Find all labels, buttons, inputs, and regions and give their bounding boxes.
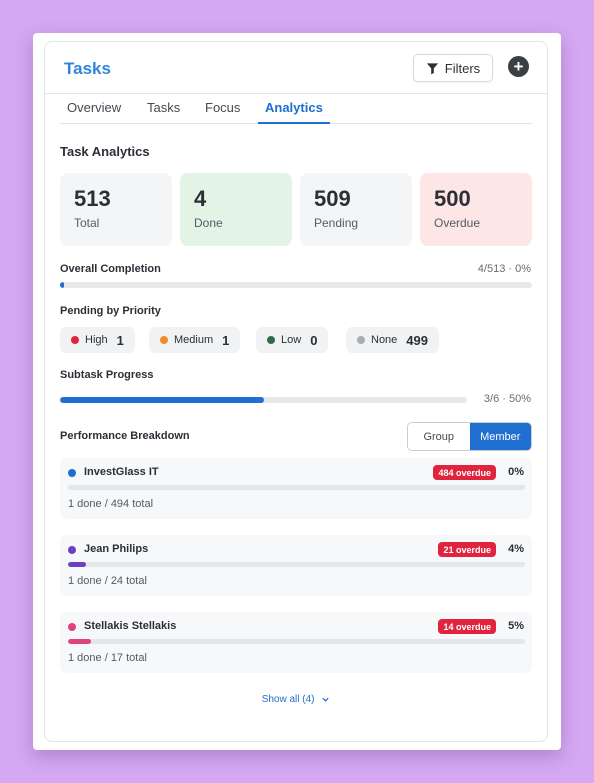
stat-card-overdue: 500 Overdue bbox=[420, 173, 532, 246]
stat-label: Pending bbox=[314, 216, 359, 230]
priority-chip-none[interactable]: None 499 bbox=[346, 327, 439, 353]
priority-label: Pending by Priority bbox=[60, 305, 161, 317]
subtask-label: Subtask Progress bbox=[60, 369, 154, 381]
tab-focus[interactable]: Focus bbox=[205, 100, 240, 124]
stat-label: Overdue bbox=[434, 216, 481, 230]
stat-card-total: 513 Total bbox=[60, 173, 172, 246]
priority-count: 0 bbox=[310, 332, 318, 348]
priority-count: 1 bbox=[222, 332, 230, 348]
completion-summary: 4/513 · 0% bbox=[477, 263, 531, 275]
priority-name: High bbox=[85, 334, 108, 346]
stat-card-pending: 509 Pending bbox=[300, 173, 412, 246]
page-title: Tasks bbox=[64, 59, 111, 78]
member-name: InvestGlass IT bbox=[84, 466, 159, 478]
add-task-button[interactable]: + bbox=[508, 56, 529, 77]
priority-dot-icon bbox=[71, 336, 79, 344]
tasks-panel: Tasks Filters + Overview Tasks Focus Ana… bbox=[33, 33, 561, 750]
filter-icon bbox=[426, 62, 438, 74]
priority-chip-high[interactable]: High 1 bbox=[60, 327, 135, 353]
member-progress-bar bbox=[68, 562, 525, 567]
overdue-badge: 484 overdue bbox=[433, 465, 496, 480]
stat-value: 500 bbox=[434, 186, 471, 211]
member-percent: 0% bbox=[508, 466, 524, 478]
stat-value: 4 bbox=[194, 186, 207, 211]
analytics-title: Task Analytics bbox=[60, 144, 150, 159]
member-progress-bar bbox=[68, 485, 525, 490]
performance-label: Performance Breakdown bbox=[60, 430, 190, 442]
member-progress-bar bbox=[68, 639, 525, 644]
member-color-dot-icon bbox=[68, 623, 76, 631]
overdue-badge: 21 overdue bbox=[438, 542, 496, 557]
completion-label: Overall Completion bbox=[60, 263, 161, 275]
member-color-dot-icon bbox=[68, 469, 76, 477]
priority-name: Medium bbox=[174, 334, 214, 346]
member-color-dot-icon bbox=[68, 546, 76, 554]
plus-icon: + bbox=[513, 57, 524, 76]
priority-chip-low[interactable]: Low 0 bbox=[256, 327, 329, 353]
member-row[interactable]: Jean Philips 21 overdue 4% 1 done / 24 tota… bbox=[60, 535, 532, 596]
overdue-badge: 14 overdue bbox=[438, 619, 496, 634]
member-progress-fill bbox=[68, 639, 91, 644]
member-totals: 1 done / 17 total bbox=[68, 652, 147, 664]
stat-value: 513 bbox=[74, 186, 111, 211]
member-percent: 5% bbox=[508, 620, 524, 632]
filters-button[interactable]: Filters bbox=[413, 54, 493, 82]
stat-label: Total bbox=[74, 216, 100, 230]
member-totals: 1 done / 24 total bbox=[68, 575, 147, 587]
member-row[interactable]: Stellakis Stellakis 14 overdue 5% 1 done / … bbox=[60, 612, 532, 673]
member-name: Stellakis Stellakis bbox=[84, 620, 177, 632]
completion-progress-bar bbox=[60, 282, 532, 288]
show-all-label: Show all (4) bbox=[261, 694, 315, 705]
member-name: Jean Philips bbox=[84, 543, 149, 555]
show-all-link[interactable]: Show all (4) bbox=[45, 694, 547, 705]
tab-bar: Overview Tasks Focus Analytics bbox=[60, 94, 532, 124]
tasks-widget: Tasks Filters + Overview Tasks Focus Ana… bbox=[44, 41, 548, 742]
subtask-summary: 3/6 · 50% bbox=[483, 393, 531, 405]
priority-count: 1 bbox=[116, 332, 124, 348]
priority-dot-icon bbox=[267, 336, 275, 344]
subtask-progress-fill bbox=[60, 397, 264, 403]
priority-count: 499 bbox=[406, 332, 428, 348]
filters-label: Filters bbox=[444, 60, 481, 76]
priority-name: Low bbox=[281, 334, 302, 346]
member-percent: 4% bbox=[508, 543, 524, 555]
toggle-group[interactable]: Group bbox=[408, 423, 470, 450]
panel-header: Tasks Filters + bbox=[45, 42, 547, 94]
tab-analytics[interactable]: Analytics bbox=[258, 100, 330, 124]
tab-tasks[interactable]: Tasks bbox=[147, 100, 180, 124]
priority-name: None bbox=[371, 334, 398, 346]
stat-card-done: 4 Done bbox=[180, 173, 292, 246]
subtask-progress-bar bbox=[60, 397, 467, 403]
member-progress-fill bbox=[68, 562, 87, 567]
priority-chip-medium[interactable]: Medium 1 bbox=[149, 327, 241, 353]
toggle-member[interactable]: Member bbox=[469, 423, 531, 450]
priority-dot-icon bbox=[357, 336, 365, 344]
member-row[interactable]: InvestGlass IT 484 overdue 0% 1 done / 494 … bbox=[60, 458, 532, 519]
group-member-toggle: Group Member bbox=[407, 422, 532, 451]
member-totals: 1 done / 494 total bbox=[68, 498, 154, 510]
priority-dot-icon bbox=[160, 336, 168, 344]
chevron-down-icon bbox=[322, 697, 329, 702]
stat-value: 509 bbox=[314, 186, 351, 211]
tab-overview[interactable]: Overview bbox=[67, 100, 121, 124]
completion-progress-fill bbox=[60, 282, 64, 288]
stat-label: Done bbox=[194, 216, 223, 230]
